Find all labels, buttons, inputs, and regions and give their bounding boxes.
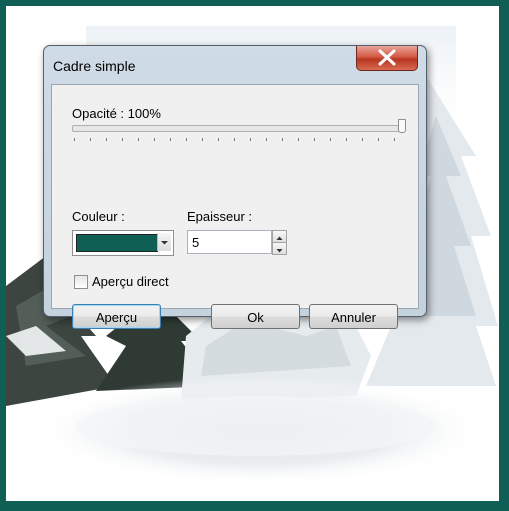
ok-button[interactable]: Ok: [211, 304, 300, 329]
dialog-content: Opacité : 100% Couleur : Epaisseur : 5 A…: [51, 84, 419, 329]
preview-button[interactable]: Aperçu: [72, 304, 161, 329]
cadre-simple-dialog: Cadre simple Opacité : 100% Couleur : Ep…: [43, 45, 427, 329]
preview-direct-label[interactable]: Aperçu direct: [92, 274, 169, 289]
opacity-slider-thumb[interactable]: [398, 119, 406, 133]
cancel-button[interactable]: Annuler: [309, 304, 398, 329]
chevron-down-icon: [161, 241, 168, 245]
opacity-label: Opacité : 100%: [72, 106, 161, 121]
color-dropdown-button[interactable]: [157, 233, 171, 251]
close-button[interactable]: [356, 46, 418, 71]
spin-down-button[interactable]: [272, 242, 287, 255]
thickness-value: 5: [192, 235, 200, 250]
color-swatch: [76, 234, 158, 252]
opacity-slider-track[interactable]: [72, 125, 404, 132]
close-icon: [378, 49, 396, 66]
preview-direct-checkbox[interactable]: [74, 275, 88, 289]
thickness-label: Epaisseur :: [187, 209, 253, 224]
title-bar[interactable]: Cadre simple: [44, 46, 426, 84]
arrow-down-icon: [276, 249, 283, 253]
color-label: Couleur :: [72, 209, 125, 224]
opacity-slider-ticks: [74, 138, 404, 142]
thickness-spinner[interactable]: [272, 230, 287, 255]
color-picker[interactable]: [72, 230, 174, 256]
thickness-input[interactable]: 5: [187, 230, 272, 254]
dialog-title: Cadre simple: [53, 58, 136, 74]
